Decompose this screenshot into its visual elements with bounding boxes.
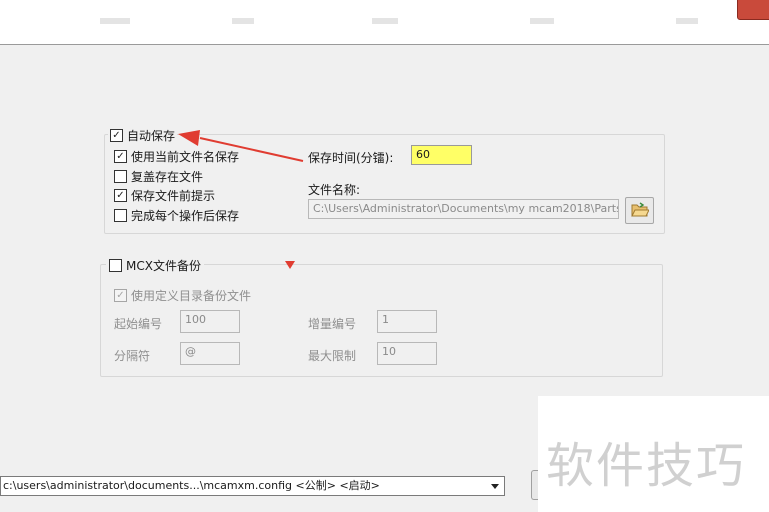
annotation-overlay [178, 130, 304, 269]
annotation-arrow-line [199, 137, 304, 162]
annotation-marker-icon [285, 261, 295, 269]
annotation-arrowhead-icon [178, 130, 200, 146]
